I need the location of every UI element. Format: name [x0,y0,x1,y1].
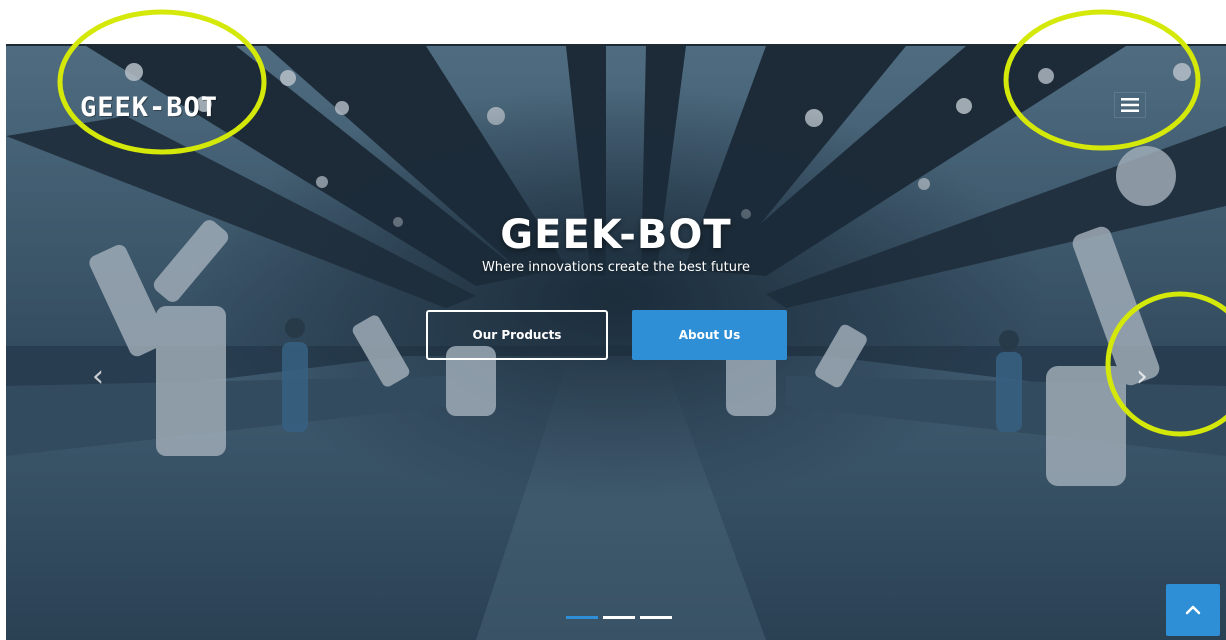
chevron-up-icon [1185,605,1201,615]
chevron-right-icon: › [1136,358,1148,394]
menu-button[interactable] [1114,92,1146,118]
carousel-prev-button[interactable]: ‹ [86,358,110,394]
hero-subtitle: Where innovations create the best future [481,260,751,275]
hero-title: GEEK-BOT [500,212,732,258]
back-to-top-button[interactable] [1166,584,1220,636]
about-us-button[interactable]: About Us [632,310,787,360]
hamburger-menu-icon [1121,98,1139,112]
carousel-next-button[interactable]: › [1130,358,1154,394]
carousel-indicators [566,616,672,619]
chevron-left-icon: ‹ [92,358,104,394]
site-logo[interactable]: GEEK-BOT [80,92,218,123]
carousel-indicator-3[interactable] [640,616,672,619]
carousel-indicator-1[interactable] [566,616,598,619]
hero-overlay [6,46,1226,640]
carousel-indicator-2[interactable] [603,616,635,619]
our-products-button[interactable]: Our Products [426,310,608,360]
hero-carousel: GEEK-BOT GEEK-BOT Where innovations crea… [6,44,1226,640]
